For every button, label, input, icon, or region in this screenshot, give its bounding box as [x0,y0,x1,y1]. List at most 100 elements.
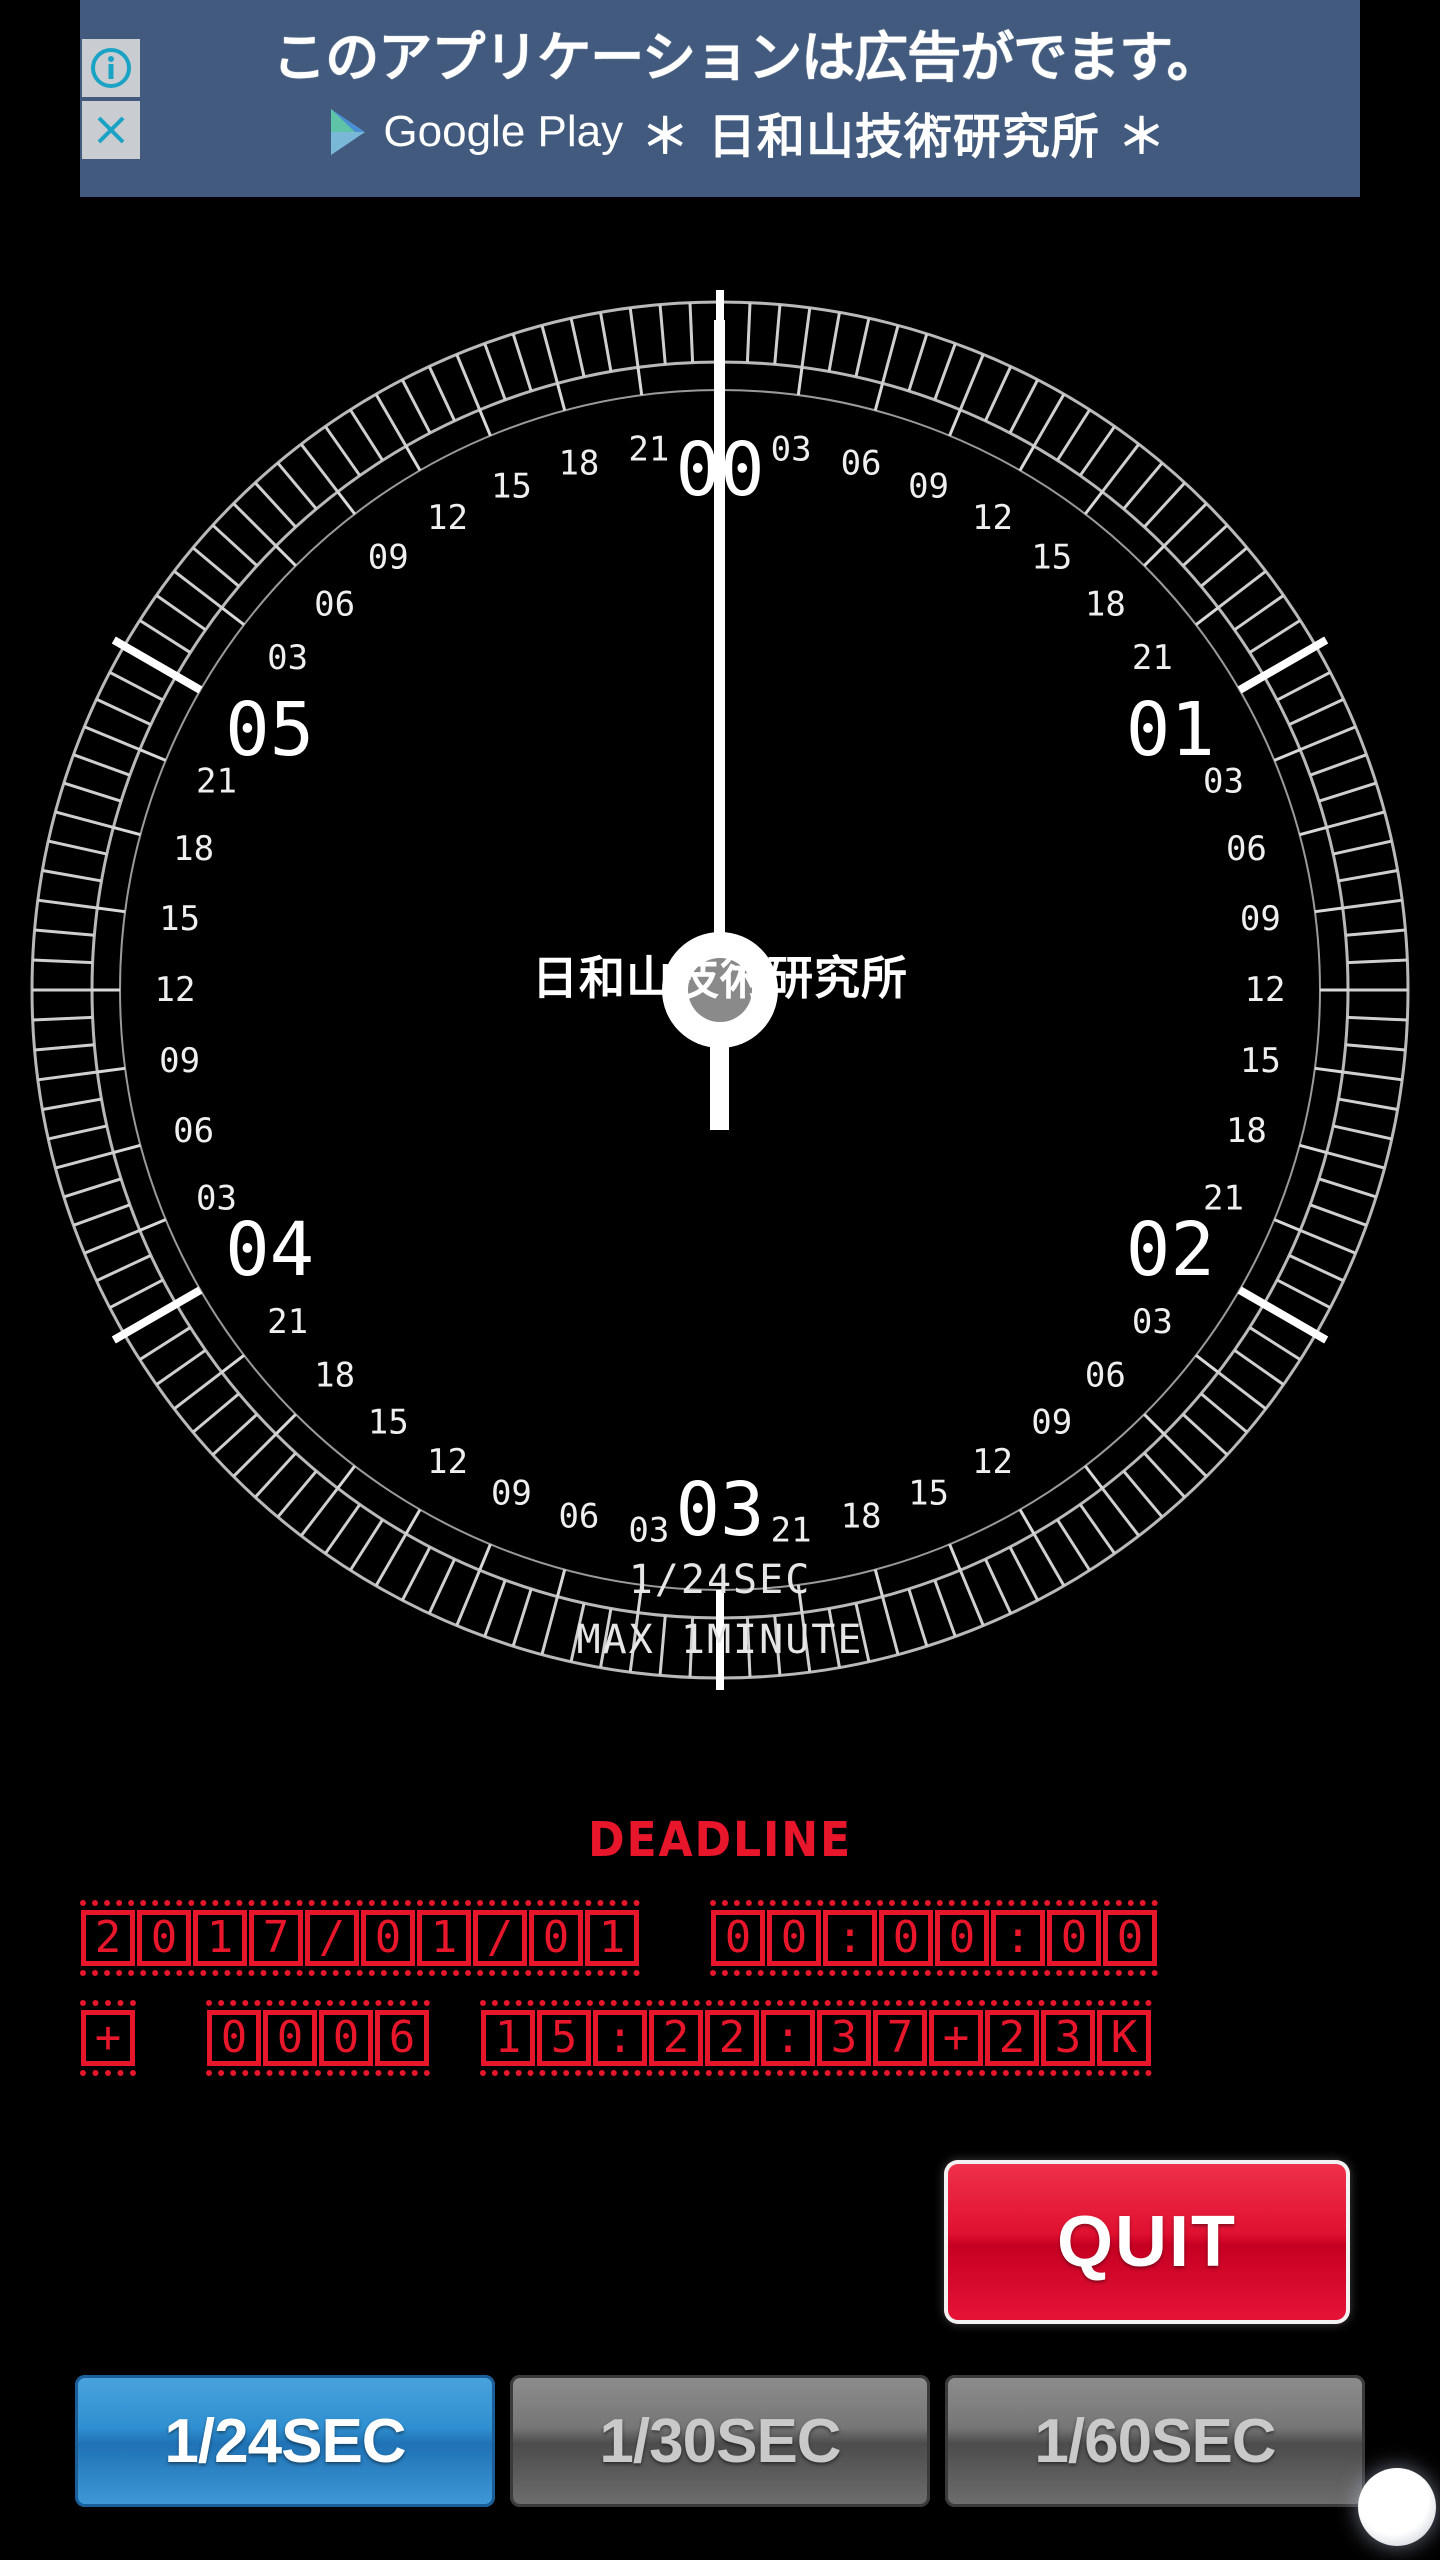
lcd-cell: + [81,2010,135,2066]
lcd-cell: 0 [767,1910,821,1966]
lcd-cell: 3 [817,2010,871,2066]
lcd-cell: 3 [1041,2010,1095,2066]
deadline-title: DEADLINE [587,1812,853,1868]
dial-face: 000102030405 030609121518210306091215182… [30,290,1410,1690]
info-icon[interactable] [82,38,140,97]
lcd-cell: 1 [193,1910,247,1966]
mode-button-row: 1/24SEC 1/30SEC 1/60SEC [0,2375,1440,2510]
lcd-cell: 7 [873,2010,927,2066]
lcd-cell: : [991,1910,1045,1966]
lcd-cell: 6 [375,2010,429,2066]
svg-text:15: 15 [368,1402,409,1442]
svg-text:09: 09 [908,466,949,506]
lcd-cell: 0 [529,1910,583,1966]
lcd-cell: 7 [249,1910,303,1966]
svg-text:21: 21 [628,430,669,470]
lcd-cell: + [929,2010,983,2066]
svg-text:12: 12 [972,1442,1013,1482]
svg-text:06: 06 [1226,829,1267,869]
ad-banner-body[interactable]: このアプリケーションは広告がでます。 Google Play ＊ 日和山技術研究… [142,0,1360,197]
mode-button-1-60sec[interactable]: 1/60SEC [945,2375,1365,2507]
lcd-cell: 0 [935,1910,989,1966]
svg-text:09: 09 [368,538,409,578]
svg-text:12: 12 [427,498,468,538]
svg-text:21: 21 [1132,638,1173,678]
lcd-cell: 0 [1047,1910,1101,1966]
svg-text:06: 06 [558,1496,599,1536]
lcd-cell: 1 [481,2010,535,2066]
svg-text:03: 03 [1132,1302,1173,1342]
svg-text:03: 03 [196,1179,237,1219]
lcd-cell: 2 [81,1910,135,1966]
lcd-cell: 2 [985,2010,1039,2066]
lcd-cell: 0 [207,2010,261,2066]
ad-banner-controls [80,0,142,197]
lcd-cell: 5 [537,2010,591,2066]
lcd-cell: 0 [879,1910,933,1966]
quit-button[interactable]: QUIT [944,2160,1350,2324]
svg-text:06: 06 [841,444,882,484]
stopwatch-dial[interactable]: 000102030405 030609121518210306091215182… [0,270,1440,1770]
deadline-row-2: + 0006 1 5:2 2:3 7 +2 3 K [80,2000,1152,2076]
svg-text:09: 09 [491,1474,532,1514]
svg-text:21: 21 [1203,1179,1244,1219]
lcd-cell: 0 [361,1910,415,1966]
svg-text:09: 09 [1031,1402,1072,1442]
svg-text:12: 12 [972,498,1013,538]
google-play-logo: Google Play [325,106,623,158]
svg-text:18: 18 [1226,1111,1267,1151]
svg-text:06: 06 [173,1111,214,1151]
lcd-cell: 0 [711,1910,765,1966]
svg-text:01: 01 [1126,687,1215,773]
svg-text:18: 18 [558,444,599,484]
lcd-cell: K [1097,2010,1151,2066]
lcd-cell: : [823,1910,877,1966]
lcd-cell: 0 [319,2010,373,2066]
deadline-counter-display: 0006 [206,2000,430,2076]
svg-text:04: 04 [225,1207,314,1293]
close-icon[interactable] [82,100,140,159]
deadline-date-display: 2 0 1 7/0 1/0 1 [80,1900,640,1976]
svg-text:21: 21 [267,1302,308,1342]
lcd-cell: 2 [705,2010,759,2066]
google-play-label: Google Play [383,106,624,156]
ad-second-line: Google Play ＊ 日和山技術研究所 ＊ [325,97,1166,167]
lcd-cell: / [305,1910,359,1966]
home-indicator-dot[interactable] [1358,2468,1436,2546]
svg-text:05: 05 [225,687,314,773]
mode-button-1-24sec[interactable]: 1/24SEC [75,2375,495,2507]
stopwatch-app-screen: このアプリケーションは広告がでます。 Google Play ＊ 日和山技術研究… [0,0,1440,2560]
svg-text:03: 03 [675,1467,764,1553]
mode-button-1-30sec[interactable]: 1/30SEC [510,2375,930,2507]
svg-text:03: 03 [771,430,812,470]
svg-text:18: 18 [1085,585,1126,625]
svg-text:15: 15 [1031,538,1072,578]
deadline-row-1: 2 0 1 7/0 1/0 1 00:00:00 [80,1900,1158,1976]
ad-lab-label: ＊ 日和山技術研究所 ＊ [641,108,1167,165]
dial-mode-caption: 1/24SEC MAX 1MINUTE [0,1550,1440,1670]
lcd-cell: : [761,2010,815,2066]
dial-rate-label: 1/24SEC [628,1557,812,1603]
deadline-time-display: 00:00:00 [710,1900,1158,1976]
svg-text:21: 21 [771,1510,812,1550]
svg-text:12: 12 [427,1442,468,1482]
svg-text:06: 06 [314,585,355,625]
ad-banner[interactable]: このアプリケーションは広告がでます。 Google Play ＊ 日和山技術研究… [80,0,1360,197]
lcd-cell: 0 [137,1910,191,1966]
svg-text:09: 09 [1240,899,1281,939]
svg-text:18: 18 [314,1355,355,1395]
lcd-cell: : [593,2010,647,2066]
deadline-stamp-display: 1 5:2 2:3 7 +2 3 K [480,2000,1152,2076]
svg-text:02: 02 [1126,1207,1215,1293]
lcd-cell: 2 [649,2010,703,2066]
dial-brand-label: 日和山技術研究所 [532,951,908,1005]
svg-text:09: 09 [159,1041,200,1081]
svg-text:15: 15 [1240,1041,1281,1081]
svg-text:15: 15 [491,466,532,506]
svg-text:03: 03 [628,1510,669,1550]
svg-text:21: 21 [196,761,237,801]
lcd-cell: 1 [417,1910,471,1966]
svg-text:03: 03 [267,638,308,678]
svg-text:06: 06 [1085,1355,1126,1395]
google-play-triangle-icon [331,108,366,155]
